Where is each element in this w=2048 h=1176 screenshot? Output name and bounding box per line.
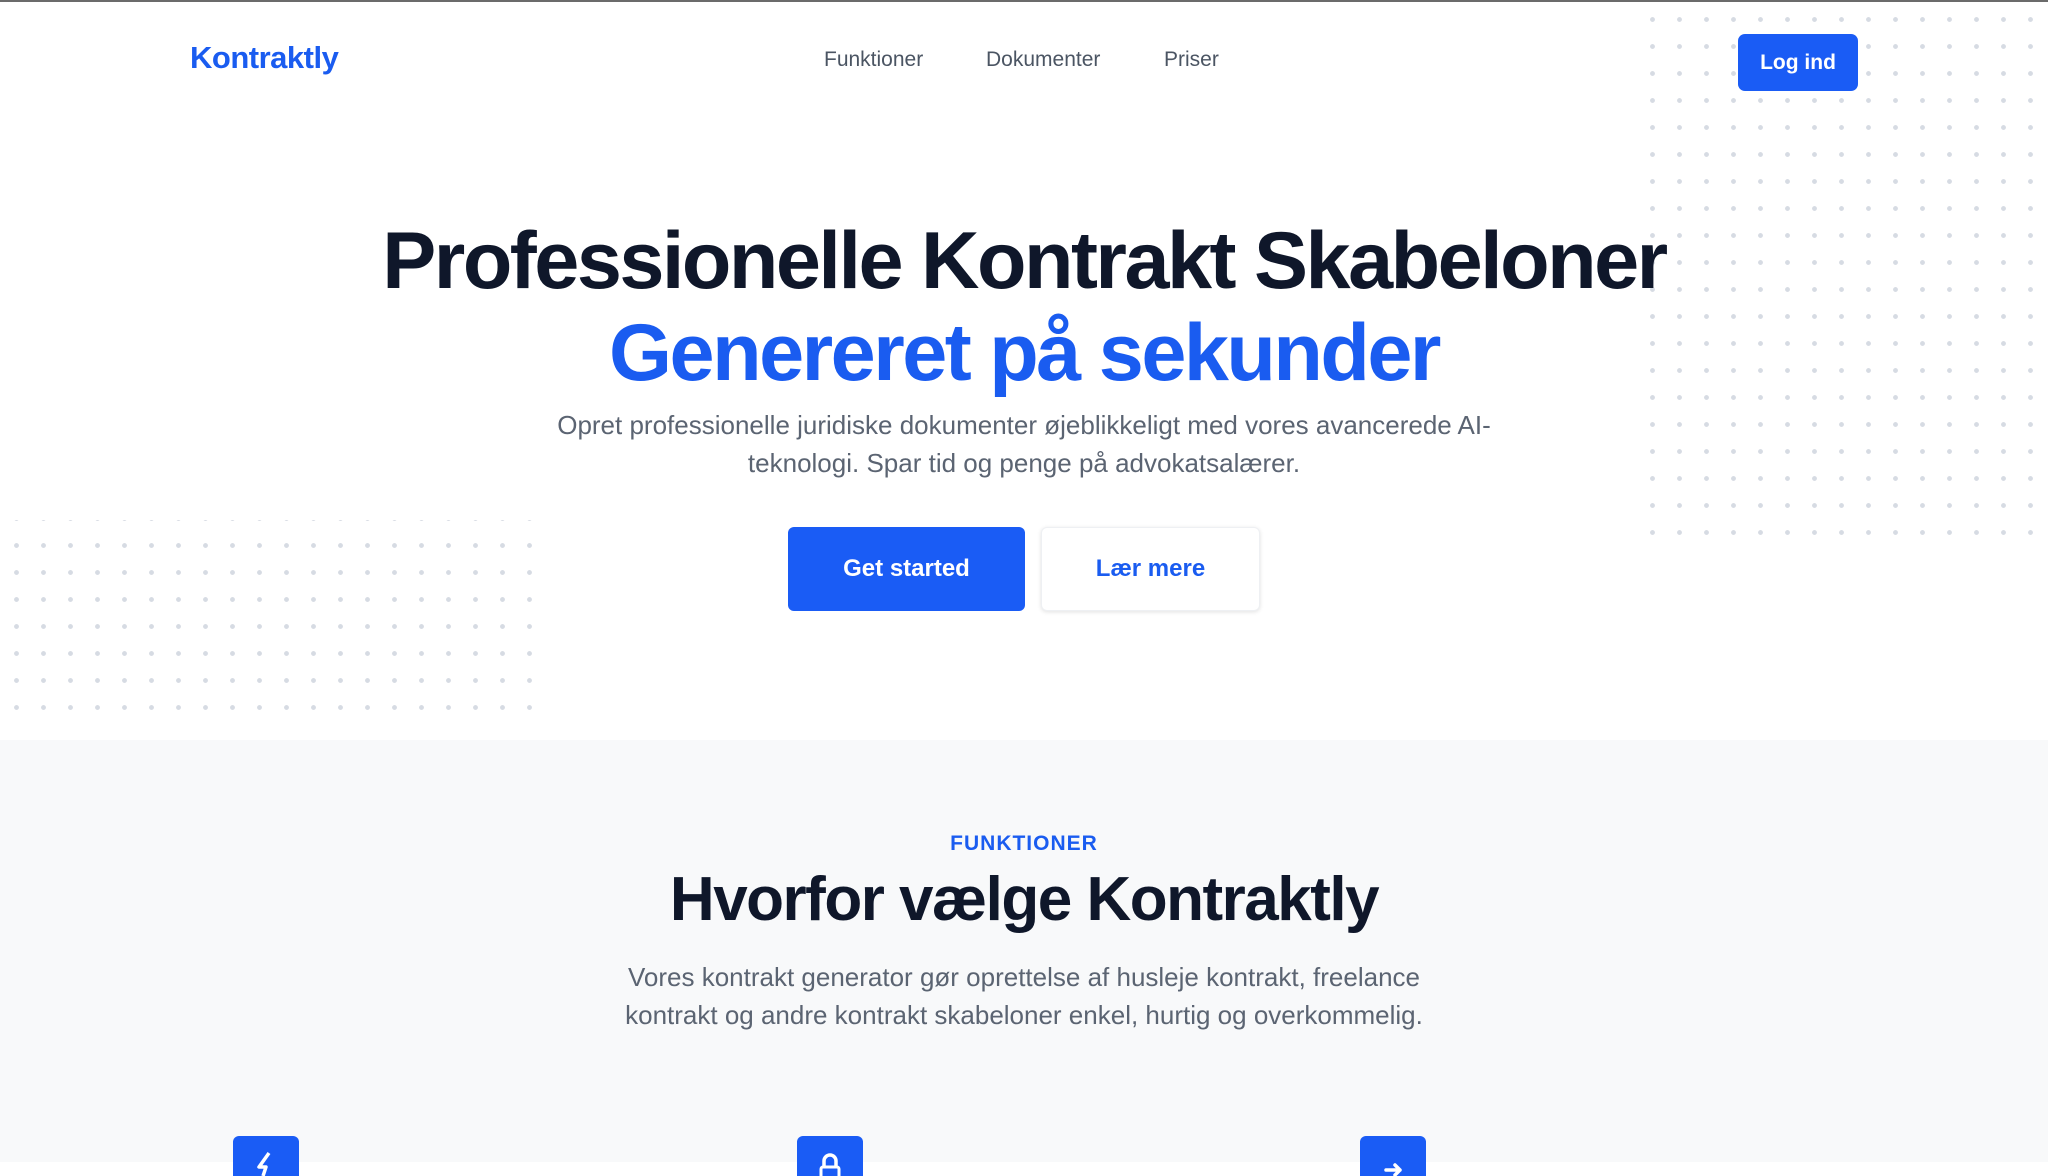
brand-logo[interactable]: Kontraktly xyxy=(190,40,339,76)
lightning-icon xyxy=(233,1136,299,1176)
get-started-button[interactable]: Get started xyxy=(788,527,1025,611)
nav-item-funktioner[interactable]: Funktioner xyxy=(824,48,923,72)
login-button[interactable]: Log ind xyxy=(1738,34,1858,91)
nav-item-dokumenter[interactable]: Dokumenter xyxy=(986,48,1100,72)
arrow-icon xyxy=(1360,1136,1426,1176)
site-header: Kontraktly Funktioner Dokumenter Priser … xyxy=(0,2,2048,120)
features-subtitle: Vores kontrakt generator gør oprettelse … xyxy=(625,962,1423,1030)
dot-pattern-left xyxy=(0,520,552,730)
lock-icon xyxy=(797,1136,863,1176)
features-title: Hvorfor vælge Kontraktly xyxy=(669,865,1380,934)
nav-item-priser[interactable]: Priser xyxy=(1164,48,1219,72)
hero-title: Professionelle Kontrakt Skabeloner Gener… xyxy=(0,215,2048,399)
learn-more-button[interactable]: Lær mere xyxy=(1041,527,1260,611)
hero-title-line-1: Professionelle Kontrakt Skabeloner xyxy=(382,216,1668,306)
hero-title-line-2: Genereret på sekunder xyxy=(609,308,1441,398)
hero-subtitle: Opret professionelle juridiske dokumente… xyxy=(557,410,1491,478)
features-section: FUNKTIONER Hvorfor vælge Kontraktly Vore… xyxy=(0,740,2048,1176)
features-eyebrow: FUNKTIONER xyxy=(950,832,1098,855)
